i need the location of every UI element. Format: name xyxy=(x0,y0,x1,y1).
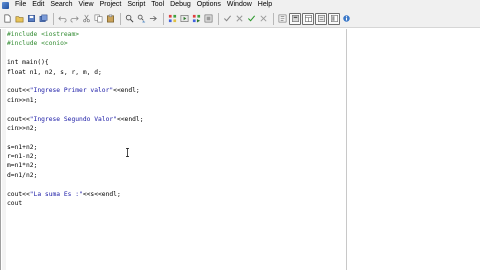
code-line: s=n1+n2; xyxy=(7,143,38,151)
debug-icon[interactable] xyxy=(246,13,257,24)
menu-file[interactable]: File xyxy=(12,0,29,10)
code-line: cin>>n1; xyxy=(7,96,38,104)
menu-bar: File Edit Search View Project Script Too… xyxy=(0,0,480,10)
toolbar-separator xyxy=(163,12,164,25)
compile-run-icon[interactable] xyxy=(191,13,202,24)
i-beam-cursor-icon xyxy=(125,142,130,157)
step-icon[interactable] xyxy=(258,13,269,24)
stop-icon[interactable] xyxy=(234,13,245,24)
code-line: d=n1/n2; xyxy=(7,171,38,179)
menu-window[interactable]: Window xyxy=(224,0,255,10)
code-line: cout<<"Ingrese Primer valor"<<endl; xyxy=(7,87,140,95)
code-line: int main(){ xyxy=(7,59,49,67)
menu-project[interactable]: Project xyxy=(97,0,125,10)
toolbar-separator xyxy=(53,12,54,25)
app-icon xyxy=(2,1,9,9)
menu-options[interactable]: Options xyxy=(194,0,224,10)
code-line: cout<<"Ingrese Segundo Valor"<<endl; xyxy=(7,115,144,123)
code-line: cin>>n2; xyxy=(7,124,38,132)
copy-icon[interactable] xyxy=(93,13,104,24)
code-line: float n1, n2, s, r, m, d; xyxy=(7,68,102,76)
toggle-panel-icon[interactable] xyxy=(328,12,340,25)
menu-tool[interactable]: Tool xyxy=(148,0,167,10)
toolbar-separator xyxy=(120,12,121,25)
save-all-icon[interactable] xyxy=(38,13,49,24)
menu-edit[interactable]: Edit xyxy=(29,0,47,10)
code-line: #include <conio> xyxy=(7,40,68,48)
save-icon[interactable] xyxy=(26,13,37,24)
menu-search[interactable]: Search xyxy=(47,0,75,10)
editor-empty-area xyxy=(347,29,480,270)
replace-icon[interactable] xyxy=(136,13,147,24)
cut-icon[interactable] xyxy=(81,13,92,24)
toolbar xyxy=(0,10,480,28)
goto-icon[interactable] xyxy=(148,13,159,24)
paste-icon[interactable] xyxy=(105,13,116,24)
run-icon[interactable] xyxy=(179,13,190,24)
menu-debug[interactable]: Debug xyxy=(167,0,194,10)
code-line: #include <iostream> xyxy=(7,31,80,38)
new-file-icon[interactable] xyxy=(2,13,13,24)
window-layout-icon[interactable] xyxy=(302,12,314,25)
toolbar-separator xyxy=(218,12,219,25)
compile-icon[interactable] xyxy=(167,13,178,24)
toolbar-separator xyxy=(273,12,274,25)
code-line: m=n1*n2; xyxy=(7,162,38,170)
editor-gutter xyxy=(2,29,6,270)
find-icon[interactable] xyxy=(124,13,135,24)
menu-script[interactable]: Script xyxy=(124,0,148,10)
about-icon[interactable] xyxy=(341,13,352,24)
class-browser-icon[interactable] xyxy=(277,13,288,24)
code-editor[interactable]: #include <iostream> #include <conio> int … xyxy=(0,29,346,270)
rebuild-icon[interactable] xyxy=(203,13,214,24)
open-folder-icon[interactable] xyxy=(14,13,25,24)
menu-help[interactable]: Help xyxy=(255,0,275,10)
check-icon[interactable] xyxy=(222,13,233,24)
new-project-icon[interactable] xyxy=(289,12,301,25)
code-line: cout xyxy=(7,200,23,208)
code-line: cout<<"La suma Es :"<<s<<endl; xyxy=(7,190,121,198)
menu-view[interactable]: View xyxy=(76,0,97,10)
dialog-icon[interactable] xyxy=(315,12,327,25)
redo-icon[interactable] xyxy=(69,13,80,24)
code-area[interactable]: #include <iostream> #include <conio> int … xyxy=(7,30,144,208)
code-line: r=n1-n2; xyxy=(7,153,38,161)
undo-icon[interactable] xyxy=(57,13,68,24)
